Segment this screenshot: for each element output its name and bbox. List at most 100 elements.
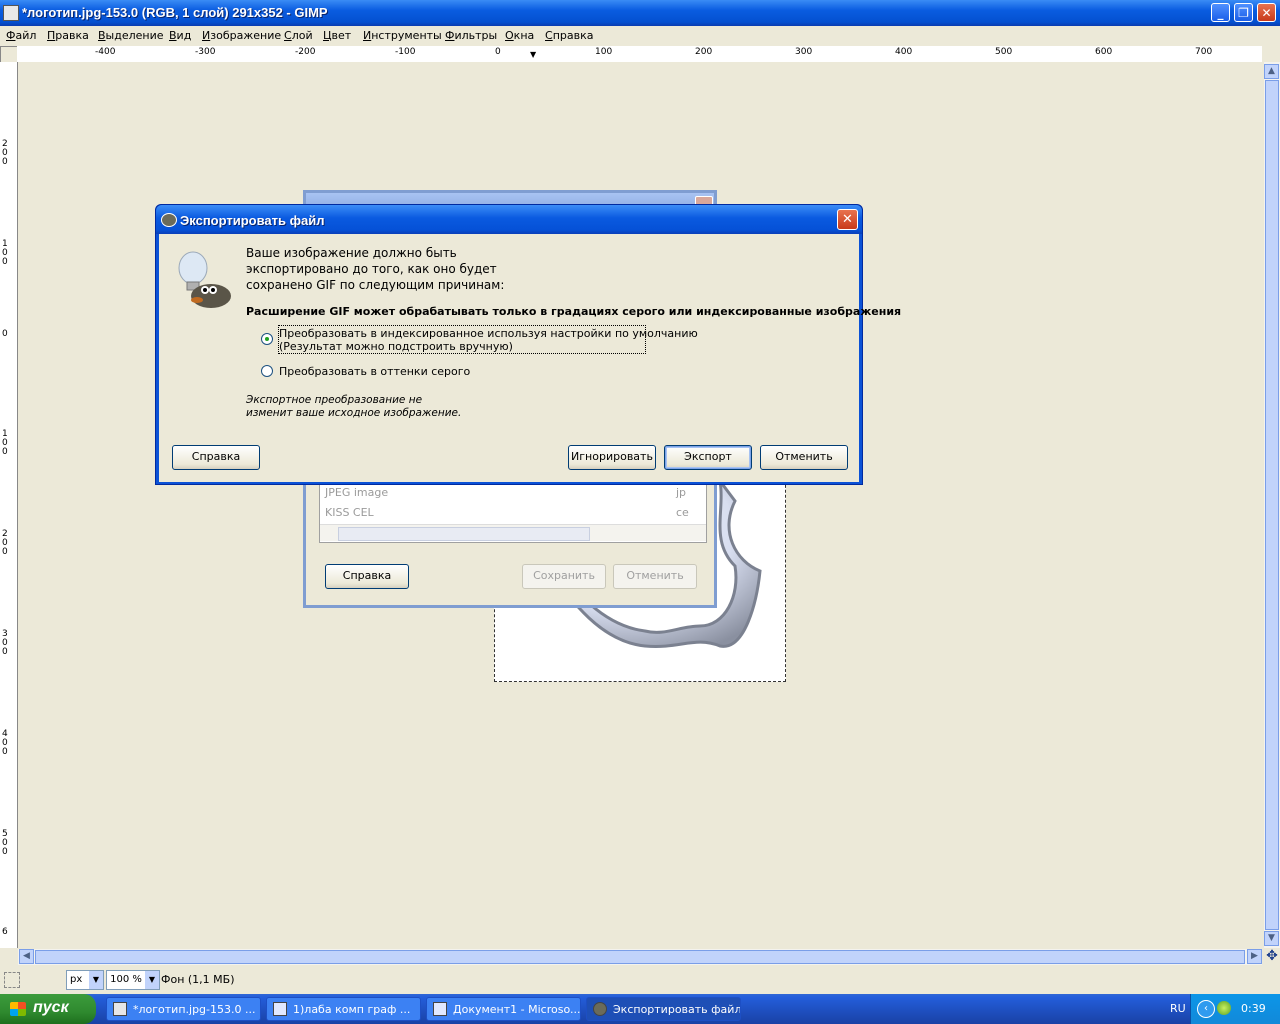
zoom-value: 100 % [110,974,142,985]
message-line: сохранено GIF по следующим причинам: [246,278,505,292]
start-label: пуск [33,999,69,1016]
scroll-right-arrow[interactable]: ▶ [1247,949,1262,964]
option-indexed-label: Преобразовать в индексированное использу… [279,327,698,340]
export-button[interactable]: Экспорт [664,445,752,470]
export-dialog-close-button[interactable]: ✕ [837,209,858,230]
file-type-list[interactable]: JPEG image jp KISS CEL ce [319,483,707,543]
save-dialog-help-button[interactable]: Справка [325,564,409,589]
gimp-lightbulb-icon [178,251,231,308]
option-indexed-sublabel: (Результат можно подстроить вручную) [279,340,513,353]
status-bar: px ▼ 100 % ▼ Фон (1,1 МБ) [0,966,1280,994]
close-button[interactable]: ✕ [1257,3,1276,22]
radio-convert-indexed[interactable] [261,333,273,345]
export-file-dialog: Экспортировать файл ✕ Ваше изображение д… [155,204,901,485]
quick-mask-toggle-icon[interactable] [4,972,20,988]
menu-view[interactable]: Вид [169,29,191,42]
export-note: изменит ваше исходное изображение. [246,407,462,419]
menu-colors[interactable]: Цвет [323,29,351,42]
scroll-up-arrow[interactable]: ▲ [1264,64,1279,79]
ruler-label: 0 [495,47,501,57]
menu-edit[interactable]: Правка [47,29,89,42]
tray-app-icon[interactable] [1217,1001,1231,1015]
maximize-button[interactable]: ❐ [1234,3,1253,22]
taskbar: пуск *логотип.jpg-153.0 ... 1)лаба комп … [0,994,1280,1024]
taskbar-item-word-lab[interactable]: 1)лаба комп граф ... [266,997,421,1021]
menu-image[interactable]: Изображение [202,29,281,42]
option-indexed-focus[interactable]: Преобразовать в индексированное использу… [278,325,698,354]
list-item-ext: ce [676,506,689,519]
menu-file[interactable]: Файл [6,29,36,42]
ruler-label: 500 [2,829,8,857]
export-dialog-title: Экспортировать файл [180,213,325,228]
ruler-label: 400 [895,47,913,57]
export-dialog-body: Ваше изображение должно быть экспортиров… [159,234,901,482]
message-line: Ваше изображение должно быть [246,246,457,260]
menu-windows[interactable]: Окна [505,29,534,42]
ruler-label: 300 [2,629,8,657]
taskbar-item-word-doc[interactable]: Документ1 - Microso... [426,997,581,1021]
menu-layer[interactable]: Слой [284,29,313,42]
export-dialog-titlebar[interactable]: Экспортировать файл ✕ [156,205,862,234]
task-label: 1)лаба комп граф ... [293,1003,411,1016]
scroll-down-arrow[interactable]: ▼ [1264,931,1279,946]
list-item-ext: jp [676,486,687,499]
ruler-label: -100 [395,47,416,57]
vertical-scrollbar[interactable]: ▲ ▼ [1264,62,1280,948]
task-label: Экспортировать файл [613,1003,741,1016]
ignore-button[interactable]: Игнорировать [568,445,656,470]
system-tray: ‹ 0:39 [1190,994,1280,1024]
clock[interactable]: 0:39 [1241,1002,1266,1015]
ruler-label: 100 [2,239,8,267]
ruler-label: 600 [1095,47,1113,57]
ruler-label: 400 [2,729,8,757]
gimp-wilber-icon [161,213,177,227]
ruler-label: 300 [795,47,813,57]
list-horizontal-scrollbar[interactable] [320,524,706,541]
vertical-scroll-thumb[interactable] [1265,80,1279,930]
word-document-icon [433,1002,447,1016]
ruler-label: 0 [2,329,8,339]
menu-help[interactable]: Справка [545,29,593,42]
taskbar-item-export-dialog[interactable]: Экспортировать файл [586,997,741,1021]
list-scroll-thumb[interactable] [338,527,590,541]
taskbar-item-gimp[interactable]: *логотип.jpg-153.0 ... [106,997,261,1021]
gimp-app-icon [3,5,19,21]
ruler-label: 200 [695,47,713,57]
chevron-down-icon: ▼ [89,971,103,989]
horizontal-ruler[interactable]: -400 -300 -200 -100 0 200 300 400 500 60… [17,46,1262,63]
unit-select[interactable]: px ▼ [66,970,104,990]
tray-expand-icon[interactable]: ‹ [1197,1000,1215,1018]
list-item[interactable]: KISS CEL [325,506,374,519]
window-titlebar[interactable]: *логотип.jpg-153.0 (RGB, 1 слой) 291x352… [0,0,1280,26]
ruler-corner-toggle[interactable] [0,46,18,63]
word-document-icon [273,1002,287,1016]
message-line: экспортировано до того, как оно будет [246,262,497,276]
navigate-icon[interactable]: ✥ [1265,949,1279,964]
export-cancel-button[interactable]: Отменить [760,445,848,470]
ruler-label: 100 [595,47,613,57]
list-item[interactable]: JPEG image [325,486,388,499]
option-grayscale-label[interactable]: Преобразовать в оттенки серого [279,365,470,378]
radio-convert-grayscale[interactable] [261,365,273,377]
minimize-button[interactable]: _ [1211,3,1230,22]
ruler-label: 6 [2,927,8,937]
language-indicator[interactable]: RU [1170,1002,1186,1015]
layer-info-text: Фон (1,1 МБ) [161,973,235,986]
menu-tools[interactable]: Инструменты [363,29,442,42]
scroll-left-arrow[interactable]: ◀ [19,949,34,964]
vertical-ruler[interactable]: 200 100 0 100 200 300 400 500 6 [0,62,18,948]
save-dialog-cancel-button[interactable]: Отменить [613,564,697,589]
horizontal-scroll-thumb[interactable] [35,950,1245,964]
export-help-button[interactable]: Справка [172,445,260,470]
horizontal-scrollbar[interactable]: ◀ ▶ [18,949,1262,965]
menu-bar: Файл Правка Выделение Вид Изображение Сл… [0,26,1280,45]
save-dialog-save-button[interactable]: Сохранить [522,564,606,589]
ruler-pointer-marker: ▼ [530,50,537,59]
ruler-label: 100 [2,429,8,457]
zoom-select[interactable]: 100 % ▼ [106,970,160,990]
window-title: *логотип.jpg-153.0 (RGB, 1 слой) 291x352… [22,5,328,20]
menu-select[interactable]: Выделение [98,29,164,42]
menu-filters[interactable]: Фильтры [445,29,497,42]
task-label: Документ1 - Microso... [453,1003,581,1016]
start-button[interactable]: пуск [0,994,96,1024]
